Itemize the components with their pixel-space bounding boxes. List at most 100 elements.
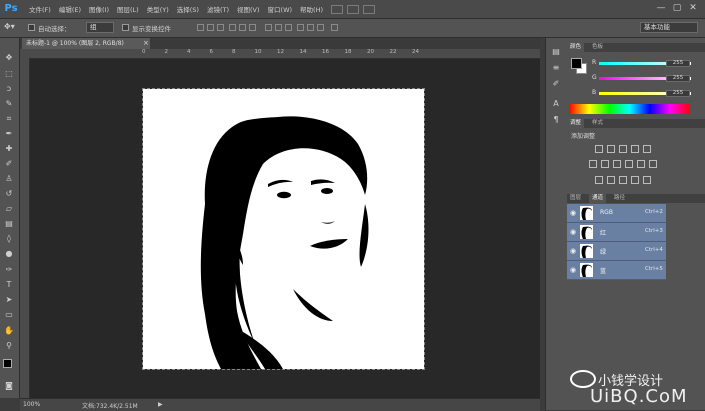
visibility-eye-icon[interactable]: ◉ bbox=[570, 247, 576, 255]
vibrance-icon[interactable] bbox=[643, 145, 651, 153]
close-button[interactable]: ✕ bbox=[687, 3, 699, 14]
menu-file[interactable]: 文件(F) bbox=[25, 4, 55, 14]
horizontal-ruler[interactable]: 0 2 4 6 8 10 12 14 16 18 20 22 24 bbox=[29, 49, 540, 59]
menu-image[interactable]: 图像(I) bbox=[85, 4, 113, 14]
auto-select-dropdown[interactable]: 组 bbox=[86, 22, 114, 33]
menu-type[interactable]: 类型(Y) bbox=[143, 4, 173, 14]
move-tool-icon[interactable]: ✥ bbox=[3, 52, 15, 63]
lasso-tool-icon[interactable]: ↄ bbox=[3, 83, 15, 94]
foreground-color-swatch[interactable] bbox=[3, 359, 12, 368]
blur-tool-icon[interactable]: ◊ bbox=[3, 233, 15, 244]
menu-view[interactable]: 视图(V) bbox=[233, 4, 264, 14]
minibridge-icon[interactable] bbox=[347, 4, 359, 14]
color-balance-icon[interactable] bbox=[601, 160, 609, 168]
workspace-dropdown[interactable]: 基本功能 bbox=[640, 22, 698, 33]
channel-row-red[interactable]: ◉ 红 Ctrl+3 bbox=[567, 223, 666, 242]
document-tab[interactable]: 未标题-1 @ 100% (图层 2, RGB/8) bbox=[22, 38, 150, 49]
green-value[interactable]: 255 bbox=[666, 75, 690, 82]
black-white-icon[interactable] bbox=[613, 160, 621, 168]
visibility-eye-icon[interactable]: ◉ bbox=[570, 209, 576, 217]
menu-window[interactable]: 窗口(W) bbox=[264, 4, 297, 14]
posterize-icon[interactable] bbox=[607, 176, 615, 184]
blue-value[interactable]: 255 bbox=[666, 90, 690, 97]
red-value[interactable]: 255 bbox=[666, 60, 690, 67]
pen-tool-icon[interactable]: ✑ bbox=[3, 264, 15, 275]
zoom-tool-icon[interactable]: ⚲ bbox=[3, 340, 15, 351]
clone-stamp-tool-icon[interactable]: ♙ bbox=[3, 173, 15, 184]
distribute-bottom-icon[interactable] bbox=[285, 24, 292, 31]
hue-saturation-icon[interactable] bbox=[589, 160, 597, 168]
color-lookup-icon[interactable] bbox=[649, 160, 657, 168]
healing-brush-tool-icon[interactable]: ✚ bbox=[3, 143, 15, 154]
eyedropper-tool-icon[interactable]: ✒ bbox=[3, 128, 15, 139]
properties-panel-icon[interactable]: ≡ bbox=[550, 62, 562, 73]
align-left-icon[interactable] bbox=[229, 24, 236, 31]
panel-foreground-swatch[interactable] bbox=[571, 58, 582, 69]
menu-select[interactable]: 选择(S) bbox=[173, 4, 203, 14]
threshold-icon[interactable] bbox=[619, 176, 627, 184]
visibility-eye-icon[interactable]: ◉ bbox=[570, 228, 576, 236]
tab-layers[interactable]: 图层 bbox=[567, 194, 584, 203]
arrange-documents-icon[interactable] bbox=[363, 4, 375, 14]
align-hcenter-icon[interactable] bbox=[239, 24, 246, 31]
tab-swatches[interactable]: 色板 bbox=[589, 43, 606, 52]
channel-row-rgb[interactable]: ◉ RGB Ctrl+2 bbox=[567, 204, 666, 223]
visibility-eye-icon[interactable]: ◉ bbox=[570, 266, 576, 274]
brush-panel-icon[interactable]: ✐ bbox=[550, 78, 562, 89]
marquee-tool-icon[interactable]: ⬚ bbox=[3, 68, 15, 79]
levels-icon[interactable] bbox=[607, 145, 615, 153]
quick-select-tool-icon[interactable]: ✎ bbox=[3, 98, 15, 109]
close-document-icon[interactable]: × bbox=[143, 38, 149, 49]
menu-filter[interactable]: 滤镜(T) bbox=[203, 4, 233, 14]
auto-align-icon[interactable] bbox=[331, 24, 338, 31]
distribute-right-icon[interactable] bbox=[317, 24, 324, 31]
ruler-origin[interactable] bbox=[20, 49, 29, 58]
color-spectrum-ramp[interactable] bbox=[569, 104, 690, 114]
paragraph-panel-icon[interactable]: ¶ bbox=[550, 114, 562, 125]
brush-tool-icon[interactable]: ✐ bbox=[3, 158, 15, 169]
align-right-icon[interactable] bbox=[249, 24, 256, 31]
brightness-contrast-icon[interactable] bbox=[595, 145, 603, 153]
align-vcenter-icon[interactable] bbox=[207, 24, 214, 31]
photo-filter-icon[interactable] bbox=[625, 160, 633, 168]
character-panel-icon[interactable]: A bbox=[550, 98, 562, 109]
gradient-tool-icon[interactable]: ▤ bbox=[3, 218, 15, 229]
invert-icon[interactable] bbox=[595, 176, 603, 184]
gradient-map-icon[interactable] bbox=[631, 176, 639, 184]
vertical-ruler[interactable] bbox=[20, 58, 30, 398]
distribute-left-icon[interactable] bbox=[297, 24, 304, 31]
channel-mixer-icon[interactable] bbox=[637, 160, 645, 168]
crop-tool-icon[interactable]: ⌗ bbox=[3, 113, 15, 124]
distribute-hcenter-icon[interactable] bbox=[307, 24, 314, 31]
distribute-top-icon[interactable] bbox=[265, 24, 272, 31]
path-select-tool-icon[interactable]: ➤ bbox=[3, 294, 15, 305]
bridge-icon[interactable] bbox=[331, 4, 343, 14]
tab-paths[interactable]: 路径 bbox=[611, 194, 628, 203]
eraser-tool-icon[interactable]: ▱ bbox=[3, 203, 15, 214]
show-transform-checkbox[interactable] bbox=[122, 24, 129, 31]
history-brush-tool-icon[interactable]: ↺ bbox=[3, 188, 15, 199]
auto-select-checkbox[interactable] bbox=[28, 24, 35, 31]
tab-color[interactable]: 颜色 bbox=[567, 43, 585, 52]
status-menu-arrow-icon[interactable]: ▶ bbox=[158, 401, 163, 408]
dodge-tool-icon[interactable]: ● bbox=[3, 248, 15, 259]
tab-channels[interactable]: 通道 bbox=[589, 194, 607, 203]
type-tool-icon[interactable]: T bbox=[3, 279, 15, 290]
align-bottom-icon[interactable] bbox=[217, 24, 224, 31]
minimize-button[interactable]: — bbox=[655, 3, 667, 14]
canvas[interactable] bbox=[142, 88, 425, 370]
move-tool-icon[interactable]: ✥▾ bbox=[4, 22, 15, 31]
tab-adjustments[interactable]: 调整 bbox=[567, 119, 585, 128]
selective-color-icon[interactable] bbox=[643, 176, 651, 184]
history-panel-icon[interactable]: ▤ bbox=[550, 46, 562, 57]
quick-mask-icon[interactable]: ◙ bbox=[3, 380, 15, 391]
align-top-icon[interactable] bbox=[197, 24, 204, 31]
shape-tool-icon[interactable]: ▭ bbox=[3, 309, 15, 320]
menu-edit[interactable]: 编辑(E) bbox=[55, 4, 85, 14]
zoom-level[interactable]: 100% bbox=[23, 401, 40, 408]
maximize-button[interactable]: ▢ bbox=[671, 3, 683, 14]
channel-row-green[interactable]: ◉ 绿 Ctrl+4 bbox=[567, 242, 666, 261]
hand-tool-icon[interactable]: ✋ bbox=[3, 325, 15, 336]
menu-help[interactable]: 帮助(H) bbox=[296, 4, 327, 14]
distribute-vcenter-icon[interactable] bbox=[275, 24, 282, 31]
